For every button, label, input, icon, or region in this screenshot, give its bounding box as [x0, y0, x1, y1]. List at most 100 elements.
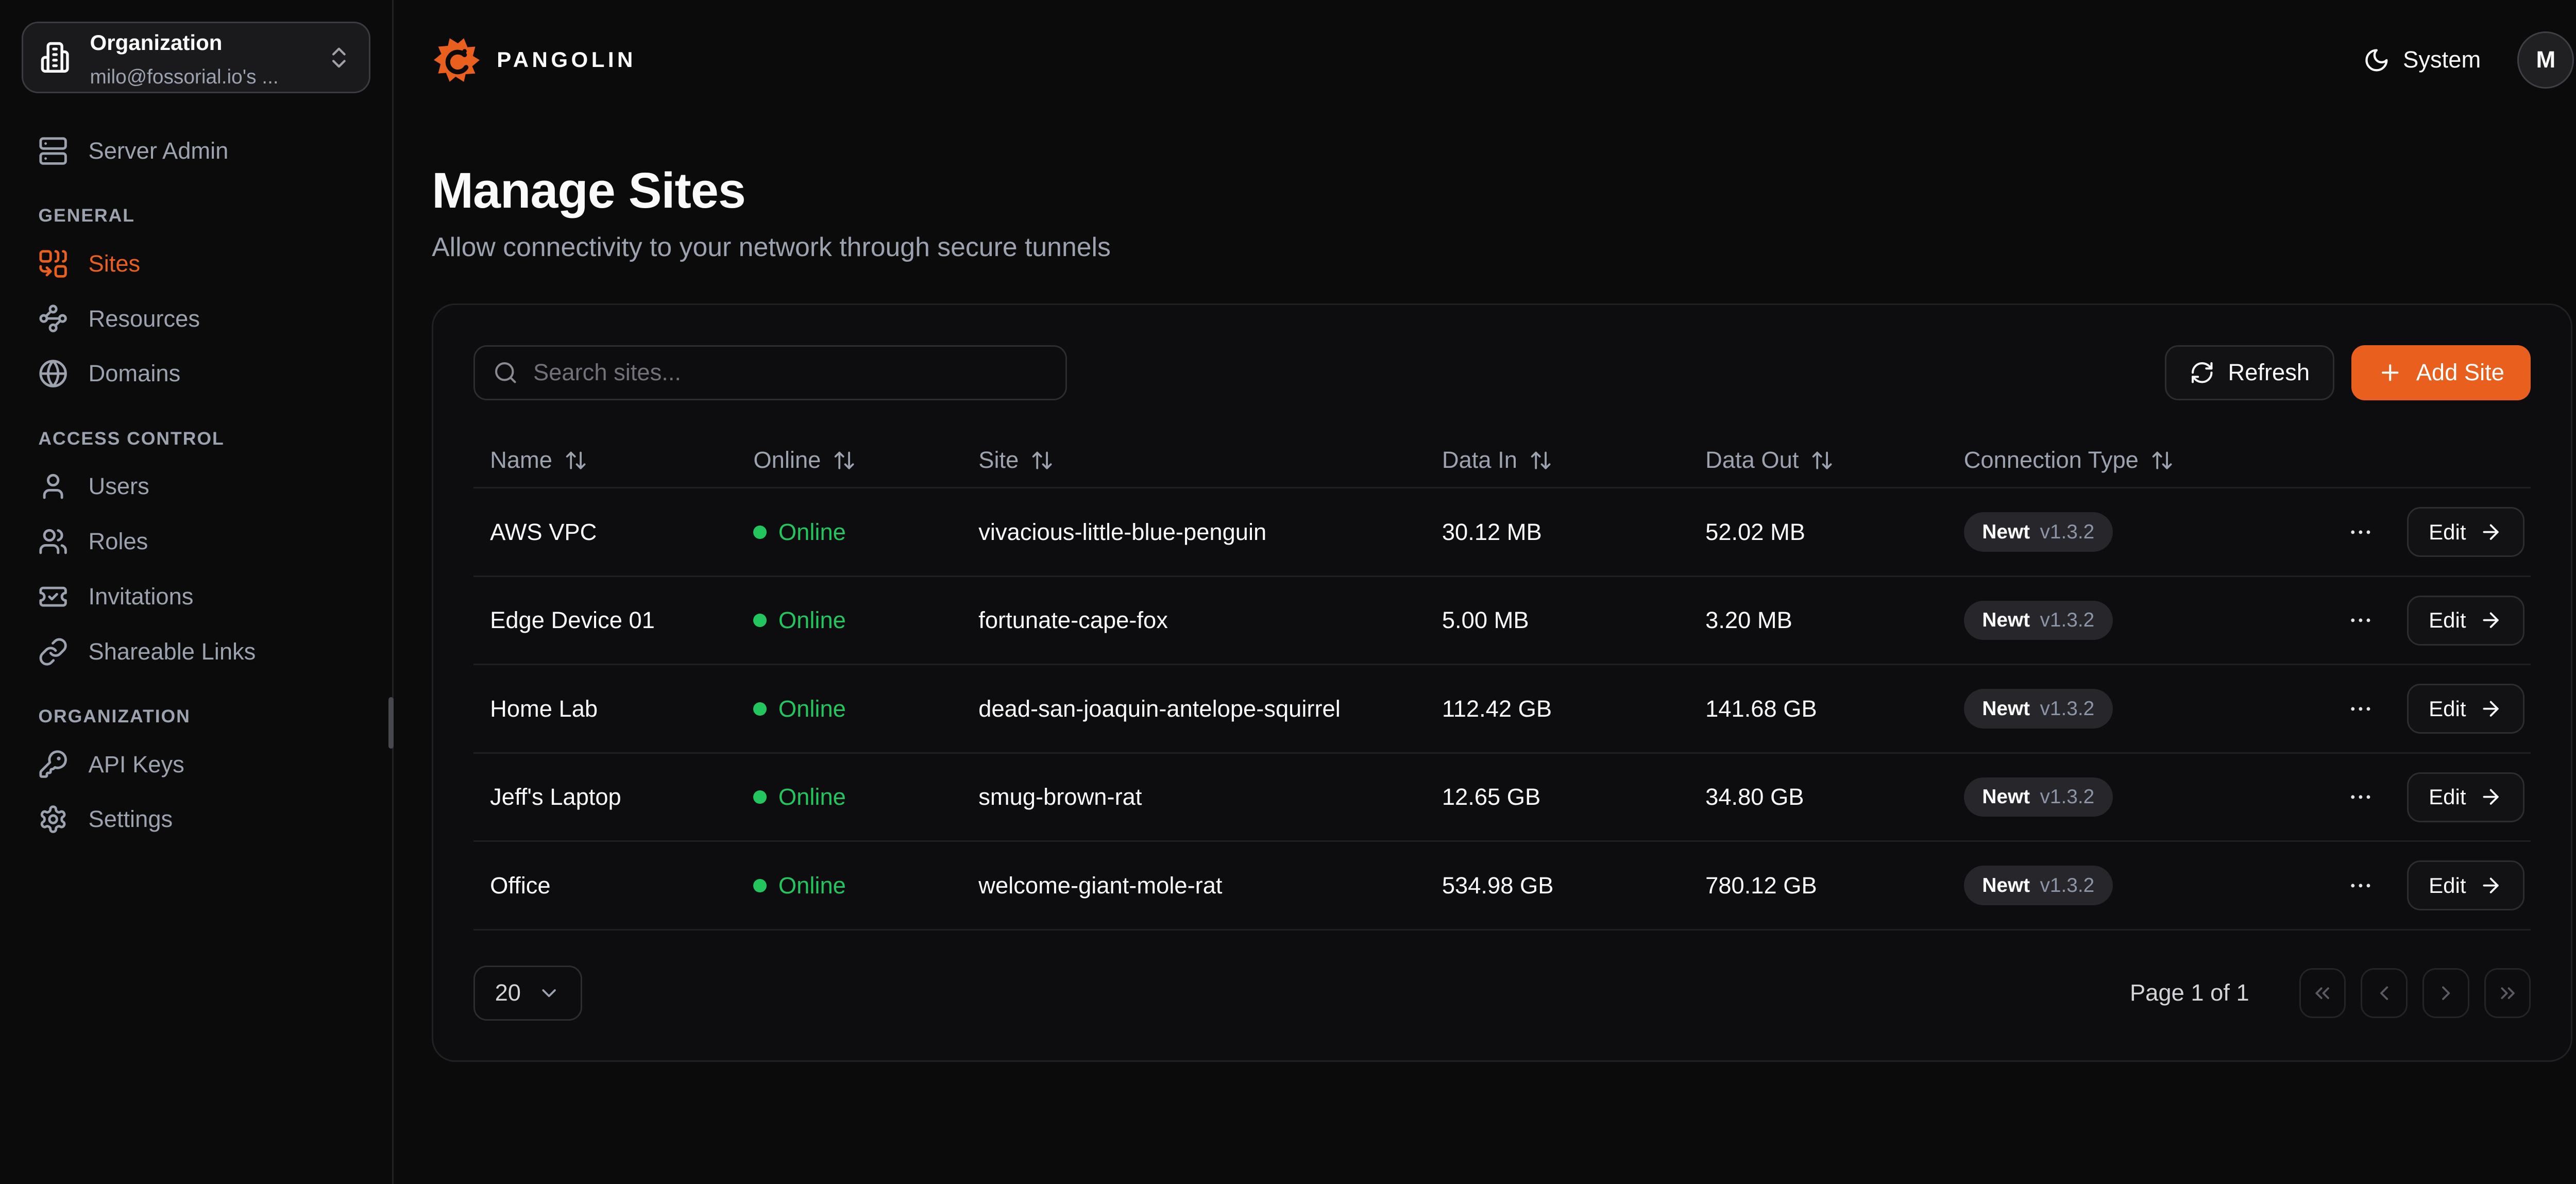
arrow-right-icon: [2479, 608, 2502, 632]
server-icon: [38, 136, 68, 166]
cell-status: Online: [737, 519, 962, 546]
cell-name: Office: [473, 872, 737, 899]
column-header-connection-type[interactable]: Connection Type: [1947, 447, 2247, 473]
edit-button[interactable]: Edit: [2407, 772, 2524, 822]
combine-icon: [38, 249, 68, 279]
sidebar-item-domains[interactable]: Domains: [22, 346, 370, 401]
brand-logo[interactable]: PANGOLIN: [432, 35, 636, 85]
cell-status: Online: [737, 696, 962, 722]
cell-data-out: 141.68 GB: [1689, 696, 1947, 722]
sidebar-item-invitations[interactable]: Invitations: [22, 569, 370, 624]
cell-status: Online: [737, 784, 962, 810]
sidebar-item-settings[interactable]: Settings: [22, 792, 370, 847]
plus-icon: [2378, 360, 2403, 385]
row-menu-button[interactable]: [2341, 689, 2381, 729]
sidebar-item-shareable-links[interactable]: Shareable Links: [22, 624, 370, 679]
sort-icon: [1810, 449, 1834, 472]
sidebar-item-users[interactable]: Users: [22, 459, 370, 514]
cell-connection-type: Newtv1.3.2: [1947, 777, 2247, 817]
online-dot: [753, 526, 767, 539]
sidebar-item-label: Settings: [88, 806, 173, 833]
first-page-button[interactable]: [2299, 968, 2346, 1018]
topbar: PANGOLIN System M: [394, 0, 2576, 120]
sidebar-item-label: Invitations: [88, 583, 193, 610]
gear-icon: [38, 804, 68, 834]
refresh-button[interactable]: Refresh: [2165, 345, 2335, 400]
user-avatar[interactable]: M: [2517, 31, 2574, 88]
prev-page-button[interactable]: [2361, 968, 2408, 1018]
table-row: Edge Device 01 Online fortunate-cape-fox…: [473, 577, 2531, 666]
user-icon: [38, 471, 68, 501]
theme-label: System: [2403, 46, 2481, 73]
cell-data-out: 52.02 MB: [1689, 519, 1947, 546]
search-input[interactable]: [533, 359, 1047, 386]
cell-data-out: 34.80 GB: [1689, 784, 1947, 810]
sidebar-item-api-keys[interactable]: API Keys: [22, 737, 370, 792]
column-header-online[interactable]: Online: [737, 447, 962, 473]
connection-badge: Newtv1.3.2: [1964, 689, 2113, 728]
sidebar-item-sites[interactable]: Sites: [22, 236, 370, 291]
add-site-button[interactable]: Add Site: [2351, 345, 2531, 400]
arrow-right-icon: [2479, 697, 2502, 720]
chevrons-left-icon: [2311, 982, 2334, 1005]
sidebar-scrollbar[interactable]: [388, 697, 394, 749]
cell-connection-type: Newtv1.3.2: [1947, 512, 2247, 551]
sort-icon: [564, 449, 587, 472]
cell-name: AWS VPC: [473, 519, 737, 546]
sidebar-item-label: Sites: [88, 250, 140, 277]
chevron-right-icon: [2434, 982, 2458, 1005]
page-size-select[interactable]: 20: [473, 966, 583, 1021]
sidebar-item-label: Roles: [88, 528, 148, 555]
sidebar-nav: Server Admin GENERAL Sites Resources Do: [22, 93, 370, 847]
sidebar-item-roles[interactable]: Roles: [22, 514, 370, 569]
globe-icon: [38, 359, 68, 388]
cell-site: vivacious-little-blue-penguin: [962, 519, 1426, 546]
online-dot: [753, 614, 767, 627]
row-menu-button[interactable]: [2341, 600, 2381, 640]
column-header-site[interactable]: Site: [962, 447, 1426, 473]
edit-button[interactable]: Edit: [2407, 596, 2524, 646]
row-menu-button[interactable]: [2341, 777, 2381, 817]
connection-badge: Newtv1.3.2: [1964, 512, 2113, 551]
connection-badge: Newtv1.3.2: [1964, 777, 2113, 817]
link-icon: [38, 637, 68, 667]
connection-badge: Newtv1.3.2: [1964, 601, 2113, 640]
theme-toggle[interactable]: System: [2363, 46, 2481, 73]
search-box: [473, 345, 1067, 400]
cell-site: welcome-giant-mole-rat: [962, 872, 1426, 899]
cell-connection-type: Newtv1.3.2: [1947, 866, 2247, 905]
row-menu-button[interactable]: [2341, 512, 2381, 552]
cell-status: Online: [737, 607, 962, 634]
cell-data-in: 5.00 MB: [1426, 607, 1689, 634]
edit-button[interactable]: Edit: [2407, 860, 2524, 910]
building-icon: [40, 41, 73, 74]
row-menu-button[interactable]: [2341, 866, 2381, 906]
sidebar-item-server-admin[interactable]: Server Admin: [22, 123, 370, 178]
next-page-button[interactable]: [2422, 968, 2469, 1018]
brand-wordmark: PANGOLIN: [497, 47, 636, 72]
edit-button[interactable]: Edit: [2407, 507, 2524, 557]
sidebar-item-resources[interactable]: Resources: [22, 291, 370, 346]
users-icon: [38, 527, 68, 556]
table-row: Jeff's Laptop Online smug-brown-rat 12.6…: [473, 754, 2531, 842]
sort-icon: [2150, 449, 2174, 472]
arrow-right-icon: [2479, 785, 2502, 808]
cell-data-out: 780.12 GB: [1689, 872, 1947, 899]
edit-button[interactable]: Edit: [2407, 684, 2524, 734]
column-header-name[interactable]: Name: [473, 447, 737, 473]
sidebar-item-label: Domains: [88, 360, 180, 387]
last-page-button[interactable]: [2484, 968, 2531, 1018]
sort-icon: [1030, 449, 1054, 472]
page-subtitle: Allow connectivity to your network throu…: [432, 231, 2574, 262]
column-header-data-out[interactable]: Data Out: [1689, 447, 1947, 473]
org-switcher[interactable]: Organization milo@fossorial.io's ...: [22, 22, 370, 93]
sidebar-item-label: Server Admin: [88, 138, 228, 164]
cell-data-in: 112.42 GB: [1426, 696, 1689, 722]
table-header-row: Name Online Site Data In Data Out Connec…: [473, 434, 2531, 489]
avatar-initial: M: [2536, 46, 2556, 73]
search-icon: [493, 360, 518, 385]
column-header-data-in[interactable]: Data In: [1426, 447, 1689, 473]
sidebar-item-label: Users: [88, 473, 149, 500]
cell-data-in: 534.98 GB: [1426, 872, 1689, 899]
sidebar: Organization milo@fossorial.io's ... Ser…: [0, 0, 394, 1184]
